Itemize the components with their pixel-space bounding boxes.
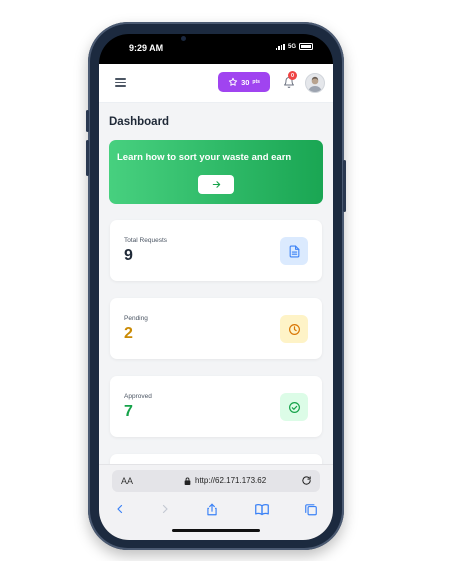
- browser-bar: AA http://62.171.173.62: [99, 464, 333, 540]
- page-title: Dashboard: [109, 116, 170, 128]
- stat-icon-box: [280, 237, 308, 265]
- document-icon: [289, 245, 299, 257]
- status-icons: 5G: [275, 43, 313, 50]
- url-display[interactable]: http://62.171.173.62: [184, 476, 266, 485]
- stat-icon-box: [280, 393, 308, 421]
- stat-card-total-requests[interactable]: Total Requests 9: [110, 220, 322, 281]
- notification-badge: 0: [288, 71, 297, 80]
- banner-text: Learn how to sort your waste and earn: [117, 152, 292, 163]
- forward-icon[interactable]: [159, 502, 171, 516]
- front-camera: [181, 36, 186, 41]
- url-text: http://62.171.173.62: [195, 476, 267, 485]
- avatar[interactable]: [305, 73, 325, 93]
- signal-icon: [275, 43, 285, 50]
- stat-label: Pending: [124, 315, 148, 322]
- hamburger-menu-icon[interactable]: [115, 78, 126, 87]
- user-avatar-icon: [308, 76, 322, 92]
- stat-label: Approved: [124, 393, 152, 400]
- clock-icon: [288, 323, 300, 335]
- text-size-button[interactable]: AA: [121, 476, 133, 486]
- phone-screen: 9:29 AM 5G 30 pts 0 Dashboard Learn how …: [99, 34, 333, 540]
- stat-card-approved[interactable]: Approved 7: [110, 376, 322, 437]
- phone-side-button: [86, 110, 89, 132]
- tabs-icon[interactable]: [304, 502, 318, 517]
- stat-icon-box: [280, 315, 308, 343]
- check-circle-icon: [288, 401, 300, 413]
- status-bar: 9:29 AM 5G: [99, 34, 333, 64]
- stat-value: 9: [124, 247, 133, 264]
- network-type: 5G: [287, 43, 296, 50]
- top-bar: 30 pts 0: [99, 64, 333, 103]
- address-bar[interactable]: AA http://62.171.173.62: [112, 470, 320, 492]
- stat-value: 2: [124, 325, 133, 342]
- back-icon[interactable]: [114, 502, 126, 516]
- stat-value: 7: [124, 403, 133, 420]
- stat-label: Total Requests: [124, 237, 167, 244]
- bookmarks-icon[interactable]: [254, 502, 270, 517]
- home-indicator: [172, 529, 260, 532]
- phone-side-button: [343, 160, 346, 212]
- share-icon[interactable]: [205, 502, 219, 517]
- promo-banner: Learn how to sort your waste and earn: [109, 140, 323, 204]
- banner-arrow-button[interactable]: [198, 175, 234, 194]
- star-icon: [228, 77, 238, 86]
- status-time: 9:29 AM: [129, 43, 164, 53]
- phone-side-button: [86, 140, 89, 176]
- stat-card-pending[interactable]: Pending 2: [110, 298, 322, 359]
- reload-icon[interactable]: [301, 475, 312, 486]
- battery-icon: [299, 43, 313, 50]
- app-viewport: 30 pts 0 Dashboard Learn how to sort you…: [99, 64, 333, 474]
- arrow-right-icon: [212, 181, 220, 188]
- lock-icon: [184, 477, 191, 485]
- points-value: 30: [241, 77, 250, 87]
- points-unit: pts: [252, 79, 260, 85]
- points-badge[interactable]: 30 pts: [218, 72, 270, 92]
